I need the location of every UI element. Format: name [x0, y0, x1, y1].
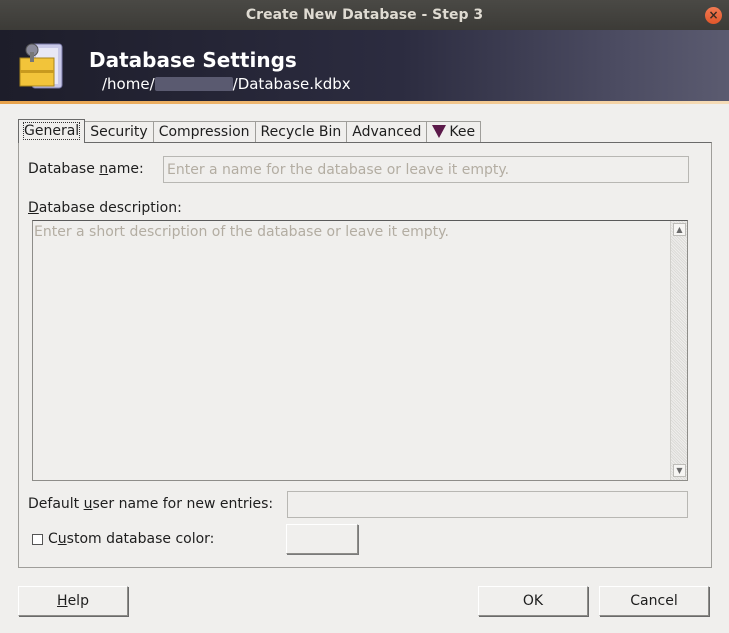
banner-title: Database Settings	[89, 48, 297, 72]
database-description-textarea[interactable]	[33, 221, 670, 480]
scroll-up-icon[interactable]: ▲	[673, 223, 686, 236]
scroll-down-icon[interactable]: ▼	[673, 464, 686, 477]
tab-recycle-bin[interactable]: Recycle Bin	[255, 121, 348, 143]
custom-color-label[interactable]: Custom database color:	[48, 531, 214, 547]
help-button[interactable]: Help	[18, 586, 128, 616]
custom-color-checkbox[interactable]	[32, 534, 43, 545]
description-scrollbar[interactable]: ▲ ▼	[670, 221, 687, 480]
tab-strip: General Security Compression Recycle Bin…	[18, 119, 482, 143]
database-settings-icon	[19, 43, 63, 89]
tab-advanced[interactable]: Advanced	[347, 121, 428, 143]
create-database-dialog: Create New Database - Step 3 × Database …	[0, 0, 729, 633]
header-banner: Database Settings /home/ /Database.kdbx	[0, 30, 729, 104]
close-icon[interactable]: ×	[705, 7, 722, 24]
tab-compression[interactable]: Compression	[153, 121, 256, 143]
default-user-name-input[interactable]	[287, 491, 688, 518]
cancel-button[interactable]: Cancel	[599, 586, 709, 616]
redacted-username	[154, 77, 233, 91]
database-name-label: Database name:	[28, 161, 144, 177]
kee-icon	[432, 125, 447, 138]
tab-security[interactable]: Security	[85, 121, 154, 143]
tab-kee[interactable]: Kee	[427, 121, 482, 143]
window-title: Create New Database - Step 3	[245, 7, 484, 23]
ok-button[interactable]: OK	[478, 586, 588, 616]
database-path: /home/ /Database.kdbx	[102, 75, 351, 93]
database-name-input[interactable]	[163, 156, 689, 183]
database-description-box: ▲ ▼	[32, 220, 688, 481]
path-suffix: /Database.kdbx	[232, 75, 351, 93]
default-user-name-label: Default user name for new entries:	[28, 496, 274, 512]
title-bar[interactable]: Create New Database - Step 3 ×	[0, 0, 729, 30]
database-description-label: Database description:	[28, 200, 182, 216]
tab-general[interactable]: General	[18, 119, 86, 143]
color-picker-button[interactable]	[286, 524, 358, 554]
path-prefix: /home/	[102, 75, 155, 93]
